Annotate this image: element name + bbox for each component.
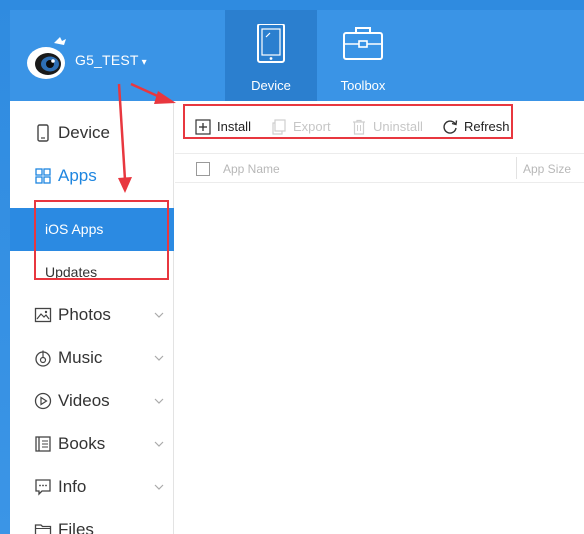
sidebar-item-info[interactable]: Info [10, 466, 174, 509]
chevron-down-icon [154, 441, 164, 447]
photos-icon [34, 307, 52, 323]
tab-toolbox[interactable]: Toolbox [317, 10, 409, 101]
toolbar: Install Export Uninstall Refresh [175, 110, 584, 144]
refresh-icon [443, 120, 458, 134]
trash-icon [353, 119, 365, 135]
select-all-checkbox[interactable] [196, 162, 210, 176]
sidebar-item-label: Files [58, 520, 94, 534]
tab-device-label: Device [251, 78, 291, 93]
tab-toolbox-label: Toolbox [340, 78, 386, 93]
install-button[interactable]: Install [195, 110, 257, 144]
sidebar-item-updates[interactable]: Updates [10, 251, 174, 294]
column-divider[interactable] [516, 157, 517, 179]
sidebar-item-videos[interactable]: Videos [10, 380, 174, 423]
sidebar-item-label: Videos [58, 391, 110, 410]
sidebar-item-files[interactable]: Files [10, 509, 174, 534]
toolbox-icon [343, 27, 383, 60]
app-logo-icon [27, 37, 66, 79]
sidebar-item-label: iOS Apps [45, 221, 104, 237]
copy-icon [272, 119, 286, 135]
chevron-down-icon [154, 398, 164, 404]
chevron-down-icon [154, 355, 164, 361]
chevron-down-icon [154, 484, 164, 490]
uninstall-button[interactable]: Uninstall [351, 110, 429, 144]
refresh-label: Refresh [464, 119, 510, 134]
files-icon [34, 524, 52, 534]
refresh-button[interactable]: Refresh [442, 110, 512, 144]
sidebar-item-label: Updates [45, 264, 98, 280]
chevron-down-icon: ▾ [141, 57, 147, 68]
tab-device[interactable]: Device [225, 10, 317, 101]
videos-icon [34, 392, 52, 410]
sidebar-item-label: Books [58, 434, 106, 453]
sidebar-item-device[interactable]: Device [10, 112, 174, 155]
plus-box-icon [195, 119, 211, 135]
apps-grid-icon [35, 168, 51, 184]
sidebar-item-photos[interactable]: Photos [10, 294, 174, 337]
chevron-down-icon [154, 312, 164, 318]
header-bar: G5_TEST ▾ Device Toolbox [10, 10, 584, 101]
device-selector[interactable]: G5_TEST ▾ [75, 52, 147, 68]
uninstall-label: Uninstall [373, 119, 423, 134]
app-table-header: App Name App Size [175, 153, 584, 183]
music-icon [35, 350, 51, 367]
tablet-icon [257, 24, 285, 63]
sidebar-item-books[interactable]: Books [10, 423, 174, 466]
install-label: Install [217, 119, 251, 134]
column-header-app-name[interactable]: App Name [223, 162, 280, 176]
export-button[interactable]: Export [271, 110, 337, 144]
sidebar-item-ios-apps[interactable]: iOS Apps [10, 208, 174, 251]
sidebar-item-label: Device [58, 123, 110, 142]
sidebar: Device Apps iOS Apps Updates Photos Musi… [10, 101, 174, 534]
main-content: Install Export Uninstall Refresh App Nam… [175, 101, 584, 534]
sidebar-item-label: Photos [58, 305, 111, 324]
info-icon [35, 479, 51, 496]
export-label: Export [293, 119, 331, 134]
sidebar-item-music[interactable]: Music [10, 337, 174, 380]
sidebar-item-label: Info [58, 477, 87, 496]
sidebar-item-apps[interactable]: Apps [10, 155, 174, 198]
app-window: G5_TEST ▾ Device Toolbox Device Apps iOS… [10, 10, 584, 534]
books-icon [35, 436, 51, 452]
device-name-label: G5_TEST [75, 52, 139, 68]
sidebar-item-label: Apps [58, 166, 97, 185]
device-icon [37, 124, 49, 142]
column-header-app-size[interactable]: App Size [523, 162, 571, 176]
sidebar-item-label: Music [58, 348, 103, 367]
